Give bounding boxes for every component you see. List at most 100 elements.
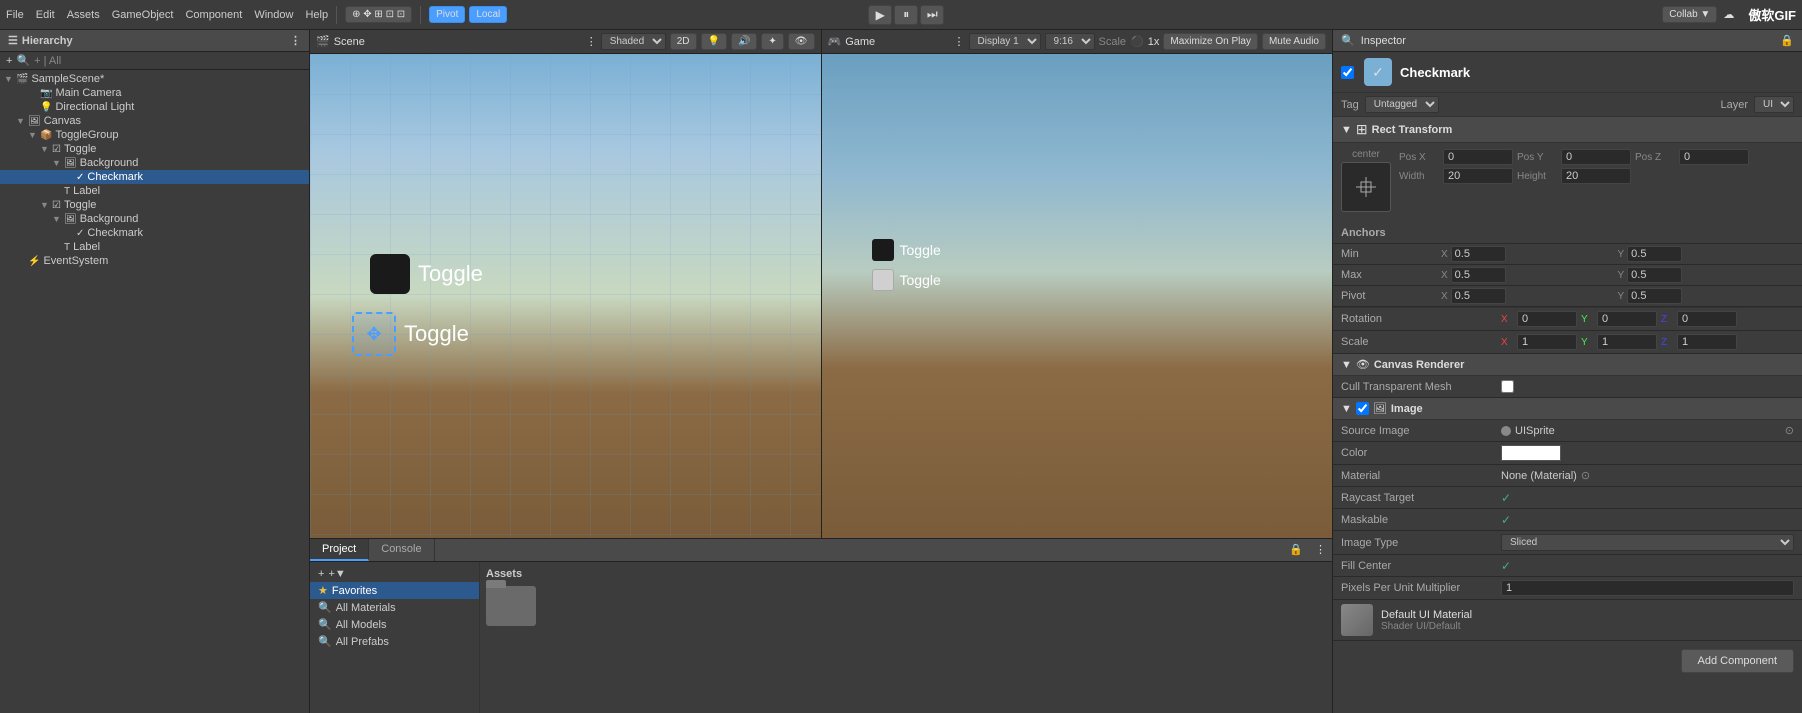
display-select[interactable]: Display 1 — [969, 33, 1041, 50]
cr-title: Canvas Renderer — [1374, 359, 1465, 371]
pivot-y-input[interactable] — [1627, 288, 1682, 304]
source-select-icon[interactable]: ⊙ — [1785, 424, 1794, 437]
tree-item-toggle2[interactable]: ▼ ☑ Toggle — [0, 198, 309, 212]
collab-button[interactable]: Collab ▼ — [1662, 6, 1717, 23]
project-all-materials[interactable]: 🔍 All Materials — [310, 599, 479, 616]
canvas-renderer-header[interactable]: ▼ 👁 Canvas Renderer — [1333, 354, 1802, 376]
project-all-prefabs[interactable]: 🔍 All Prefabs — [310, 633, 479, 650]
menu-file[interactable]: File — [6, 9, 24, 21]
anchors-min-y-input[interactable] — [1627, 246, 1682, 262]
maximize-play-button[interactable]: Maximize On Play — [1163, 33, 1258, 50]
rt-anchor-icon[interactable] — [1341, 162, 1391, 212]
tree-item-canvas[interactable]: ▼ 🖼 Canvas — [0, 114, 309, 128]
source-dot-icon — [1501, 426, 1511, 436]
color-swatch[interactable] — [1501, 445, 1561, 461]
rotation-label: Rotation — [1341, 313, 1501, 325]
rt-center-label: center — [1352, 149, 1380, 160]
go-name: Checkmark — [1400, 65, 1470, 80]
tree-item-eventsystem[interactable]: ⚡ EventSystem — [0, 254, 309, 268]
pixels-input[interactable] — [1501, 580, 1794, 596]
hierarchy-menu-icon[interactable]: ⋮ — [290, 34, 301, 47]
project-add-btn[interactable]: + +▼ — [310, 566, 479, 582]
menu-edit[interactable]: Edit — [36, 9, 55, 21]
shading-select[interactable]: Shaded — [601, 33, 666, 50]
img-enabled-checkbox[interactable] — [1356, 402, 1369, 415]
tree-item-main-camera[interactable]: 📷 Main Camera — [0, 86, 309, 100]
tree-item-togglegroup[interactable]: ▼ 📦 ToggleGroup — [0, 128, 309, 142]
image-header[interactable]: ▼ 🖼 Image — [1333, 398, 1802, 420]
tab-project[interactable]: Project — [310, 539, 369, 561]
tab-console[interactable]: Console — [369, 539, 434, 561]
posx-input[interactable] — [1443, 149, 1513, 165]
menu-component[interactable]: Component — [185, 9, 242, 21]
pivot-button[interactable]: Pivot — [429, 6, 465, 23]
project-lock-icon[interactable]: 🔒 — [1283, 539, 1309, 561]
mat-select-icon[interactable]: ⊙ — [1581, 469, 1590, 482]
tree-item-dir-light[interactable]: 💡 Directional Light — [0, 100, 309, 114]
scale-z-input[interactable] — [1677, 334, 1737, 350]
scene-viewport[interactable]: Toggle ✥ Toggle — [310, 54, 821, 538]
tree-item-bg1[interactable]: ▼ 🖼 Background — [0, 156, 309, 170]
menu-assets[interactable]: Assets — [67, 9, 100, 21]
toggle2-selected-box[interactable]: ✥ — [352, 312, 396, 356]
scale-y-input[interactable] — [1597, 334, 1657, 350]
scene-light-btn[interactable]: 💡 — [701, 33, 727, 50]
rot-x-input[interactable] — [1517, 311, 1577, 327]
add-component-button[interactable]: Add Component — [1681, 649, 1795, 673]
scene-menu-dots[interactable]: ⋮ — [586, 35, 597, 48]
scene-audio-btn[interactable]: 🔊 — [731, 33, 757, 50]
tree-item-checkmark2[interactable]: ✓ Checkmark — [0, 226, 309, 240]
width-input[interactable] — [1443, 168, 1513, 184]
local-button[interactable]: Local — [469, 6, 507, 23]
pivot-x-input[interactable] — [1451, 288, 1506, 304]
scene-hide-btn[interactable]: 👁 — [788, 33, 815, 50]
tree-item-bg2[interactable]: ▼ 🖼 Background — [0, 212, 309, 226]
posz-input[interactable] — [1679, 149, 1749, 165]
posy-input[interactable] — [1561, 149, 1631, 165]
menu-window[interactable]: Window — [254, 9, 293, 21]
game-viewport[interactable]: Toggle Toggle — [822, 54, 1333, 538]
menu-help[interactable]: Help — [305, 9, 328, 21]
anchors-max-y-input[interactable] — [1627, 267, 1682, 283]
2d-button[interactable]: 2D — [670, 33, 697, 50]
tree-item-label1[interactable]: T Label — [0, 184, 309, 198]
step-button[interactable]: ⏭ — [920, 5, 944, 25]
inspector-lock-icon[interactable]: 🔒 — [1780, 34, 1794, 47]
transform-tools[interactable]: ⊕ ✥ ⊞ ⊡ ⊡ — [345, 6, 412, 23]
project-menu-icon[interactable]: ⋮ — [1309, 539, 1332, 561]
layer-select[interactable]: UI — [1754, 96, 1794, 113]
aspect-select[interactable]: 9:16 — [1045, 33, 1095, 50]
imagetype-select[interactable]: Sliced — [1501, 534, 1794, 551]
tree-item-label2[interactable]: T Label — [0, 240, 309, 254]
rot-z-input[interactable] — [1677, 311, 1737, 327]
game-menu-dots[interactable]: ⋮ — [954, 35, 965, 48]
anchors-section: Anchors Min X Y Max X — [1333, 222, 1802, 308]
pixels-row: Pixels Per Unit Multiplier — [1333, 577, 1802, 600]
anchors-min-x-input[interactable] — [1451, 246, 1506, 262]
default-material-row: Default UI Material Shader UI/Default — [1333, 600, 1802, 641]
asset-folder-item[interactable] — [486, 586, 536, 626]
height-input[interactable] — [1561, 168, 1631, 184]
tree-item-scene[interactable]: ▼ 🎬 SampleScene* — [0, 72, 309, 86]
anchors-max-x-input[interactable] — [1451, 267, 1506, 283]
posx-label: Pos X — [1399, 152, 1439, 163]
tree-item-toggle1[interactable]: ▼ ☑ Toggle — [0, 142, 309, 156]
scene-fx-btn[interactable]: ✦ — [761, 33, 783, 50]
add-icon[interactable]: + — [6, 55, 12, 67]
maskable-label: Maskable — [1341, 514, 1501, 526]
pause-button[interactable]: ⏸ — [894, 5, 918, 25]
mute-audio-button[interactable]: Mute Audio — [1262, 33, 1326, 50]
project-favorites[interactable]: ★ Favorites — [310, 582, 479, 599]
menu-gameobject[interactable]: GameObject — [112, 9, 174, 21]
anchors-max-y-label: Y — [1618, 270, 1625, 281]
tree-item-checkmark1[interactable]: ✓ Checkmark — [0, 170, 309, 184]
go-active-checkbox[interactable] — [1341, 66, 1354, 79]
rect-transform-header[interactable]: ▼ ⊞ Rect Transform — [1333, 117, 1802, 143]
project-all-models[interactable]: 🔍 All Models — [310, 616, 479, 633]
play-button[interactable]: ▶ — [868, 5, 892, 25]
tag-select[interactable]: Untagged — [1365, 96, 1439, 113]
maskable-row: Maskable ✓ — [1333, 509, 1802, 531]
cull-checkbox[interactable] — [1501, 380, 1514, 393]
scale-x-input[interactable] — [1517, 334, 1577, 350]
rot-y-input[interactable] — [1597, 311, 1657, 327]
